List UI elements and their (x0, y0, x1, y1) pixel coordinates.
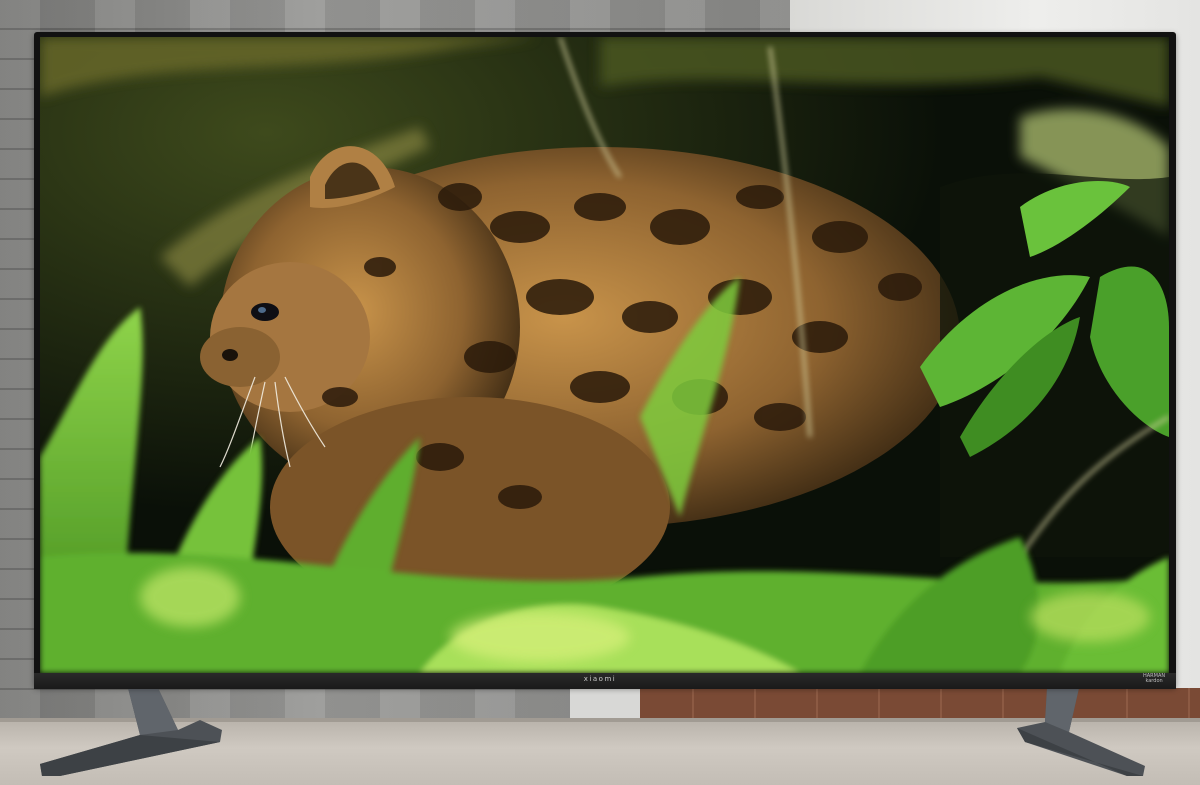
audio-badge: HARMAN kardon (1143, 674, 1165, 684)
right-stand (1017, 688, 1145, 776)
screen-image (40, 37, 1169, 673)
cabinet-panel (570, 688, 640, 720)
brand-logo: xiaomi (583, 675, 617, 683)
tv-screen (40, 37, 1169, 673)
audio-badge-line2: kardon (1145, 678, 1163, 684)
left-stand (40, 688, 222, 776)
